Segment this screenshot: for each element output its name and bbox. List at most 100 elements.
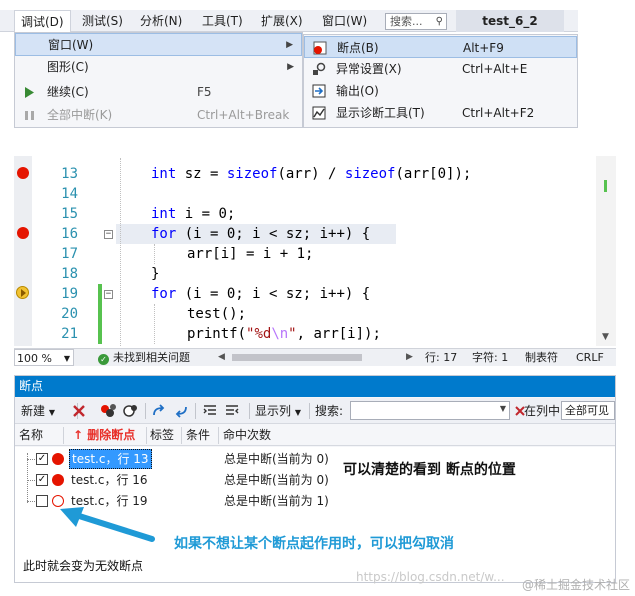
scroll-right-icon[interactable]: ▶ [406,349,413,366]
menu-item-label: 窗口(W) [48,38,94,52]
breakpoint-row[interactable]: ✓ test.c，行 16 总是中断(当前为 0) [15,470,615,490]
code-token: (i = 0; i < sz; i++) { [176,226,371,242]
menu-bar: 调试(D) 测试(S) 分析(N) 工具(T) 扩展(X) 窗口(W) 搜索..… [0,10,578,33]
breakpoints-window: 断点 新建 ▼ 显示列 ▼ 搜索: ▼ 在列中: 全部可见 名称 ↑ 删除断点 … [14,375,616,583]
zoom-value: 100 % [17,352,52,365]
breakpoint-location[interactable]: test.c，行 13 [69,449,152,469]
breakpoint-search-input[interactable]: ▼ [350,401,510,420]
breakpoints-column-header: 名称 ↑ 删除断点 标签 条件 命中次数 [15,425,615,446]
indent-guide [120,158,121,346]
menu-item-exception-settings[interactable]: 异常设置(X) Ctrl+Alt+E [304,58,577,80]
go-to-disassembly-button[interactable] [224,402,240,420]
menu-item-continue[interactable]: 继续(C) F5 [15,81,302,104]
vertical-scrollbar[interactable]: ▼ [596,156,616,346]
menu-item-label: 图形(C) [47,60,89,74]
code-line-16[interactable]: for (i = 0; i < sz; i++) { [151,224,370,244]
menu-tools[interactable]: 工具(T) [196,10,249,32]
line-number: 15 [61,206,78,222]
line-status: 行: 17 [425,351,458,364]
code-token: i = 0; [176,206,236,222]
menu-debug[interactable]: 调试(D) [14,10,71,33]
breakpoint-enable-checkbox[interactable] [36,495,48,507]
menu-extensions[interactable]: 扩展(X) [255,10,309,32]
play-icon [25,87,34,98]
column-separator[interactable] [181,427,182,444]
menu-item-label: 断点(B) [337,41,379,55]
code-line-13[interactable]: int sz = sizeof(arr) / sizeof(arr[0]); [151,164,471,184]
menu-item-shortcut: Alt+F9 [463,41,504,55]
menu-analyze[interactable]: 分析(N) [134,10,188,32]
zoom-select[interactable]: 100 % ▼ [14,349,74,366]
menu-item-output[interactable]: 输出(O) [304,80,577,102]
code-line-18[interactable]: } [151,264,159,284]
submenu-arrow-icon: ▶ [286,40,293,50]
glyph-margin[interactable] [14,156,32,346]
search-placeholder: 搜索... [390,15,423,28]
toggle-all-button[interactable] [122,402,140,420]
menu-item-breakpoints[interactable]: 断点(B) Alt+F9 [304,36,577,58]
breakpoint-icon[interactable] [17,167,29,179]
fold-toggle-icon[interactable]: − [104,290,113,299]
delete-all-breakpoints-icon [101,404,116,417]
breakpoint-icon[interactable] [17,227,29,239]
diagnostic-tools-icon [312,106,326,120]
column-header-labels[interactable]: 标签 [150,425,174,446]
delete-all-button[interactable] [99,402,117,420]
code-token: " [288,326,297,342]
columns-button-label: 显示列 [255,404,292,418]
editor-status-bar: 100 % ▼ ✓ 未找到相关问题 ◀ ▶ 行: 17 字符: 1 制表符 CRL… [14,348,616,366]
column-scope-select[interactable]: 全部可见 [561,401,615,420]
horizontal-scroll-thumb[interactable] [232,354,362,361]
code-token: sizeof [344,166,396,182]
search-icon: ⚲ [435,16,443,27]
code-token: int [151,166,177,182]
menu-item-windows[interactable]: 窗口(W) ▶ [15,33,302,56]
columns-button[interactable]: 显示列 ▼ [255,402,301,420]
go-to-source-button[interactable] [202,402,218,420]
column-header-condition[interactable]: 条件 [186,425,210,446]
column-separator[interactable] [63,427,64,444]
scroll-left-icon[interactable]: ◀ [218,349,225,366]
column-separator[interactable] [218,427,219,444]
issues-indicator[interactable]: ✓ 未找到相关问题 [98,349,190,366]
export-button[interactable] [151,402,167,420]
disabled-breakpoint-current-line-icon[interactable] [16,286,29,299]
code-token: sz = [176,166,227,182]
windows-submenu: 断点(B) Alt+F9 异常设置(X) Ctrl+Alt+E 输出(O) 显示… [303,34,578,128]
line-number: 19 [61,286,78,302]
code-line-19[interactable]: for (i = 0; i < sz; i++) { [151,284,370,304]
new-button[interactable]: 新建 ▼ [21,402,55,420]
debug-menu-dropdown: 窗口(W) ▶ 图形(C) ▶ 继续(C) F5 全部中断(K) Ctrl+Al… [14,32,303,128]
scroll-down-icon[interactable]: ▼ [602,332,609,342]
breakpoint-location[interactable]: test.c，行 16 [69,470,150,490]
submenu-arrow-icon: ▶ [287,62,294,72]
import-button[interactable] [173,402,189,420]
uncheck-tip-annotation: 如果不想让某个断点起作用时，可以把勾取消 [174,536,454,552]
tab-status[interactable]: 制表符 [525,349,558,366]
delete-button[interactable] [71,402,87,420]
eol-status[interactable]: CRLF [576,349,604,366]
menu-item-diagnostic-tools[interactable]: 显示诊断工具(T) Ctrl+Alt+F2 [304,102,577,124]
column-separator[interactable] [146,427,147,444]
output-icon [312,84,326,98]
code-editor[interactable]: − − 13 14 15 16 17 18 19 20 21 int sz = … [14,156,616,366]
column-header-name[interactable]: 名称 [19,425,43,446]
menu-item-break-all[interactable]: 全部中断(K) Ctrl+Alt+Break [15,104,302,127]
breakpoint-enable-checkbox[interactable]: ✓ [36,474,48,486]
fold-toggle-icon[interactable]: − [104,230,113,239]
breakpoint-row[interactable]: ✓ test.c，行 13 总是中断(当前为 0) [15,449,615,469]
menu-item-graphics[interactable]: 图形(C) ▶ [15,56,302,79]
toolbar-separator [195,403,196,419]
menu-test[interactable]: 测试(S) [76,10,129,32]
code-line-20[interactable]: test(); [187,304,246,324]
code-line-17[interactable]: arr[i] = i + 1; [187,244,313,264]
column-header-hit-count[interactable]: 命中次数 [223,425,271,446]
breakpoint-enable-checkbox[interactable]: ✓ [36,453,48,465]
list-outdent-icon [226,405,239,415]
menu-window[interactable]: 窗口(W) [316,10,373,32]
code-line-15[interactable]: int i = 0; [151,204,235,224]
search-label: 搜索: [315,404,344,418]
code-token: (i = 0; i < sz; i++) { [176,286,371,302]
search-input[interactable]: 搜索... ⚲ [385,13,447,30]
code-line-21[interactable]: printf("%d\n", arr[i]); [187,324,381,344]
